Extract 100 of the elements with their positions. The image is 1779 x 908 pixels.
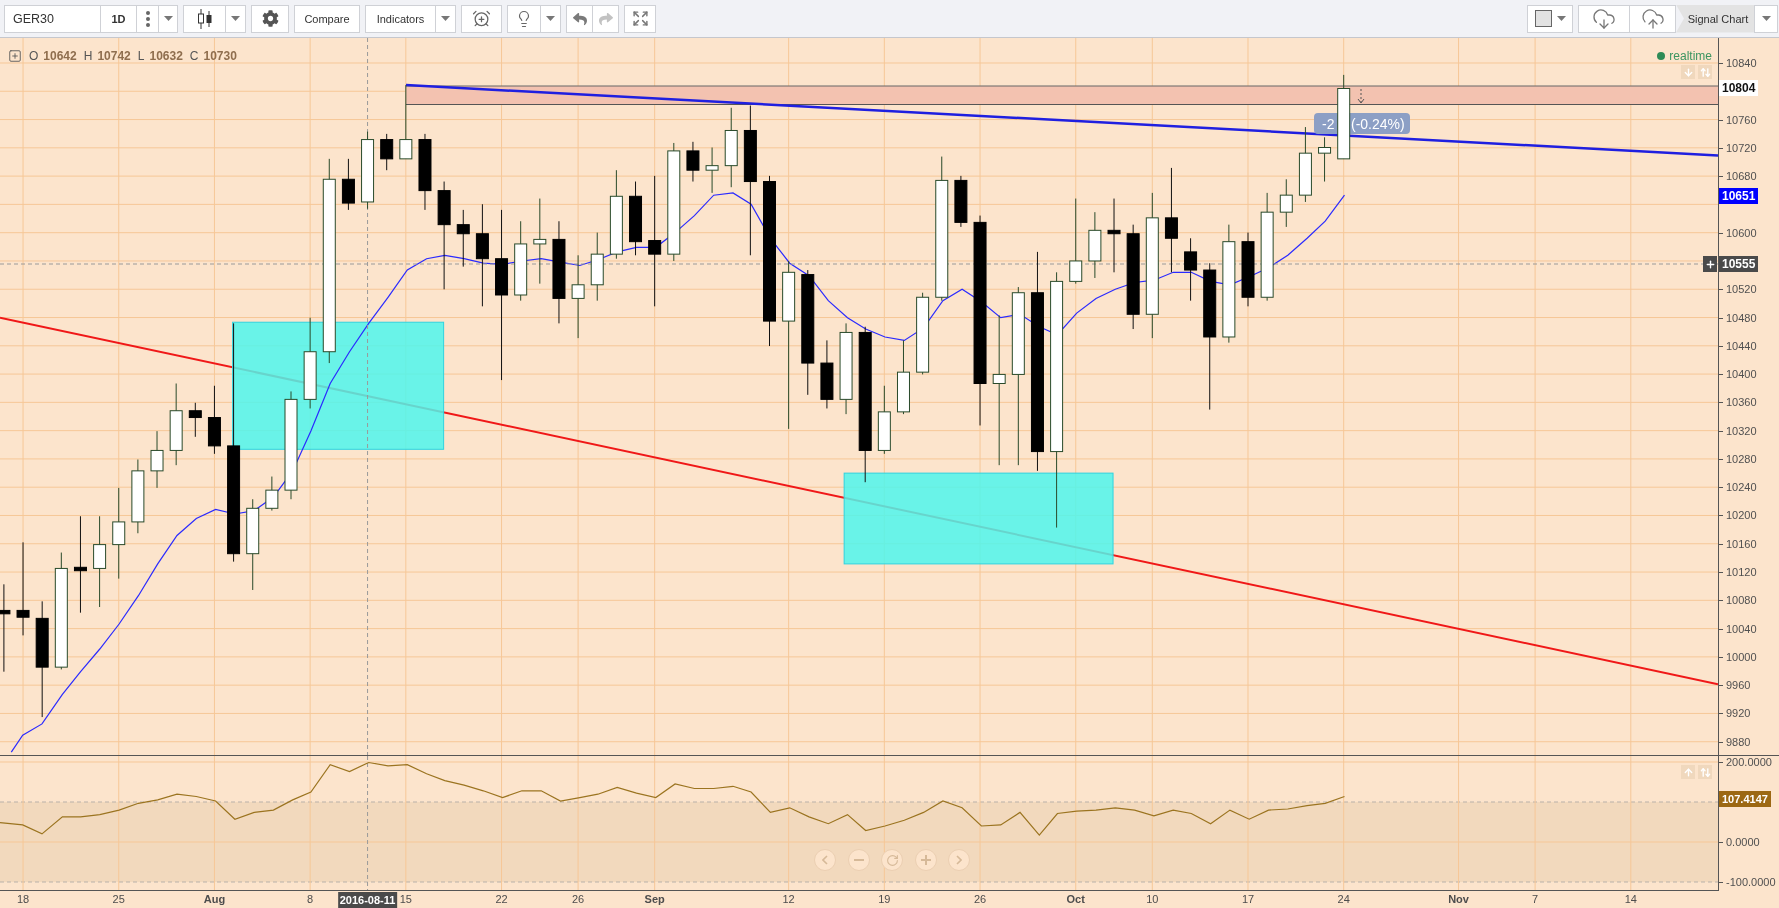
- price-label: 10840: [1726, 56, 1757, 70]
- caret-icon: [546, 16, 555, 21]
- price-label: 10320: [1726, 423, 1757, 438]
- dropdown-button[interactable]: [158, 4, 178, 33]
- color-swatch-icon: [1534, 10, 1552, 27]
- dropdown-button[interactable]: [225, 4, 246, 33]
- date-label: 14: [1624, 892, 1637, 907]
- price-marker: 10804: [1719, 80, 1759, 96]
- chart-type-button[interactable]: [183, 4, 226, 33]
- color-swatch-button[interactable]: [1527, 4, 1573, 33]
- fullscreen-button[interactable]: [624, 4, 656, 33]
- date-label: 26: [973, 892, 987, 907]
- plus-icon: [1704, 258, 1716, 270]
- cloud-upload-icon: [1640, 6, 1665, 31]
- price-label: 10680: [1726, 169, 1757, 184]
- rotate-icon: [885, 853, 899, 867]
- plus-square-icon[interactable]: [8, 49, 22, 63]
- candlestick: [1184, 237, 1198, 302]
- date-label: 26: [571, 892, 585, 907]
- candlestick: [456, 209, 470, 268]
- price-label: 10760: [1726, 112, 1757, 127]
- date-label: 10: [1146, 892, 1159, 907]
- date-label: 8: [307, 892, 314, 907]
- candlestick: [1088, 211, 1102, 279]
- price-label: 10160: [1726, 536, 1757, 551]
- price-label: 10200: [1726, 508, 1757, 523]
- symbol-field[interactable]: GER30: [4, 4, 101, 33]
- arrow-up-icon: [1682, 766, 1694, 778]
- legend-label: L: [137, 49, 145, 63]
- candlestick: [705, 147, 719, 194]
- price-label: 10520: [1726, 282, 1757, 297]
- legend-value: 10632: [149, 49, 183, 63]
- legend-value: 10642: [43, 49, 77, 63]
- compare-button[interactable]: Compare: [294, 4, 360, 33]
- candlestick-icon: [197, 8, 212, 29]
- fullscreen-icon: [631, 10, 649, 27]
- indicators-button[interactable]: Indicators: [365, 4, 436, 33]
- alarm-button[interactable]: [461, 4, 502, 33]
- legend-label: O: [29, 49, 39, 63]
- price-label: 9960: [1726, 678, 1751, 693]
- dropdown-button[interactable]: [1754, 4, 1778, 33]
- price-label: 10240: [1726, 480, 1757, 495]
- dropdown-button[interactable]: [540, 4, 561, 33]
- price-label: 10280: [1726, 451, 1757, 466]
- date-label: Nov: [1448, 892, 1469, 907]
- price-label: 10120: [1726, 565, 1757, 580]
- price-label: 10400: [1726, 367, 1757, 382]
- layout-tab[interactable]: Signal Chart: [1676, 4, 1754, 33]
- arrows-up-down-icon: [1699, 766, 1711, 778]
- lightbulb-button[interactable]: [507, 4, 541, 33]
- more-icon: [145, 10, 150, 27]
- undo-button[interactable]: [566, 4, 593, 33]
- oscillator-label: 200.0000: [1726, 755, 1772, 769]
- date-label: 12: [782, 892, 795, 907]
- caret-icon: [1761, 16, 1771, 21]
- plus-icon: [920, 855, 931, 865]
- interval-button[interactable]: 1D: [100, 4, 137, 33]
- price-change-percent: (-0.24%): [1351, 116, 1405, 132]
- settings-icon: [261, 10, 279, 27]
- candlestick: [877, 385, 891, 455]
- plus-button[interactable]: [1703, 256, 1717, 272]
- price-label: 10000: [1726, 649, 1757, 664]
- date-label: 7: [1532, 892, 1539, 907]
- candlestick: [341, 158, 355, 211]
- status-dot-icon: [1657, 52, 1666, 60]
- candlestick: [380, 133, 394, 171]
- more-button[interactable]: [136, 4, 159, 33]
- chevron-left-icon: [822, 855, 828, 865]
- cloud-upload-button[interactable]: [1629, 4, 1676, 33]
- caret-icon: [231, 16, 240, 21]
- candlestick: [1318, 136, 1332, 183]
- price-label: 10720: [1726, 140, 1757, 155]
- dropdown-button[interactable]: [435, 4, 456, 33]
- chevron-right-icon: [956, 855, 962, 865]
- oscillator-label: 0.0000: [1726, 835, 1760, 849]
- candlestick: [954, 175, 968, 228]
- legend-value: 10742: [97, 49, 131, 63]
- price-label: 10040: [1726, 621, 1757, 636]
- price-label: 10480: [1726, 310, 1757, 325]
- legend-value: 10730: [203, 49, 237, 63]
- caret-icon: [163, 16, 173, 21]
- price-marker: 10651: [1719, 188, 1759, 204]
- settings-button[interactable]: [251, 4, 289, 33]
- candlestick: [590, 232, 604, 302]
- alarm-clock-plus-icon: [472, 9, 491, 28]
- price-change-value: -2: [1322, 116, 1335, 132]
- candlestick: [1279, 178, 1293, 228]
- date-label: Aug: [203, 892, 226, 907]
- legend-label: C: [189, 49, 199, 63]
- undo-icon: [572, 11, 587, 26]
- price-label: 10600: [1726, 225, 1757, 240]
- price-label: 10080: [1726, 593, 1757, 608]
- date-label: 19: [878, 892, 891, 907]
- candlestick: [820, 339, 834, 409]
- oscillator-label: -100.0000: [1726, 875, 1776, 889]
- cloud-download-button[interactable]: [1578, 4, 1630, 33]
- oscillator-marker: 107.4147: [1719, 791, 1771, 807]
- down-arrow-icon: [1357, 88, 1365, 104]
- date-label: 18: [16, 892, 30, 907]
- cloud-download-icon: [1592, 6, 1616, 31]
